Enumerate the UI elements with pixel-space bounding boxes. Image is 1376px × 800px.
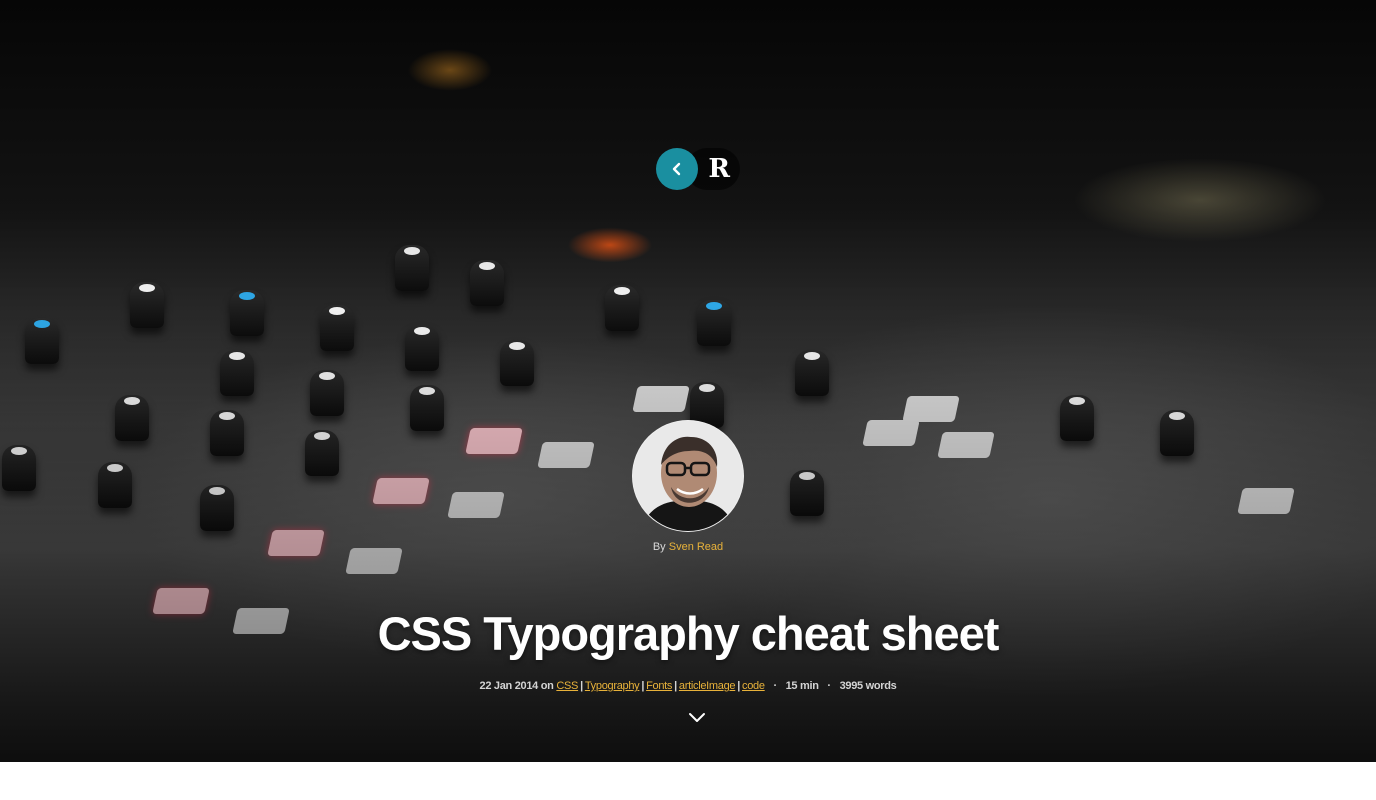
by-label: By: [652, 541, 666, 553]
chevron-down-icon: [689, 713, 705, 722]
tag-link-typography[interactable]: Typography: [585, 680, 640, 692]
tag-link-fonts[interactable]: Fonts: [646, 680, 672, 692]
author-byline: By Sven Read: [0, 541, 1376, 553]
read-time: 15 min: [785, 680, 819, 692]
publish-date: 22 Jan 2014: [479, 680, 539, 692]
scroll-down-button[interactable]: [686, 708, 708, 728]
on-label: on: [540, 680, 554, 692]
author-link[interactable]: Sven Read: [669, 541, 723, 553]
tag-separator: |: [580, 680, 583, 692]
author-avatar[interactable]: [632, 420, 744, 532]
tag-separator: |: [674, 680, 677, 692]
tag-separator: |: [641, 680, 645, 692]
tag-link-code[interactable]: code: [742, 680, 765, 692]
meta-dot: ·: [773, 680, 777, 692]
back-button[interactable]: [656, 148, 698, 190]
content-area: [0, 762, 1376, 800]
site-logo: R: [656, 148, 746, 192]
page-title: CSS Typography cheat sheet: [377, 607, 1000, 660]
meta-dot: ·: [827, 680, 831, 692]
avatar-image: [633, 421, 743, 531]
chevron-left-icon: [672, 162, 681, 176]
article-meta: 22 Jan 2014 on CSS | Typography | Fonts | arti…: [0, 680, 1376, 692]
word-count: 3995 words: [839, 680, 897, 692]
tag-link-css[interactable]: CSS: [556, 680, 578, 692]
tag-separator: |: [737, 680, 741, 692]
tag-link-articleimage[interactable]: articleImage: [679, 680, 736, 692]
